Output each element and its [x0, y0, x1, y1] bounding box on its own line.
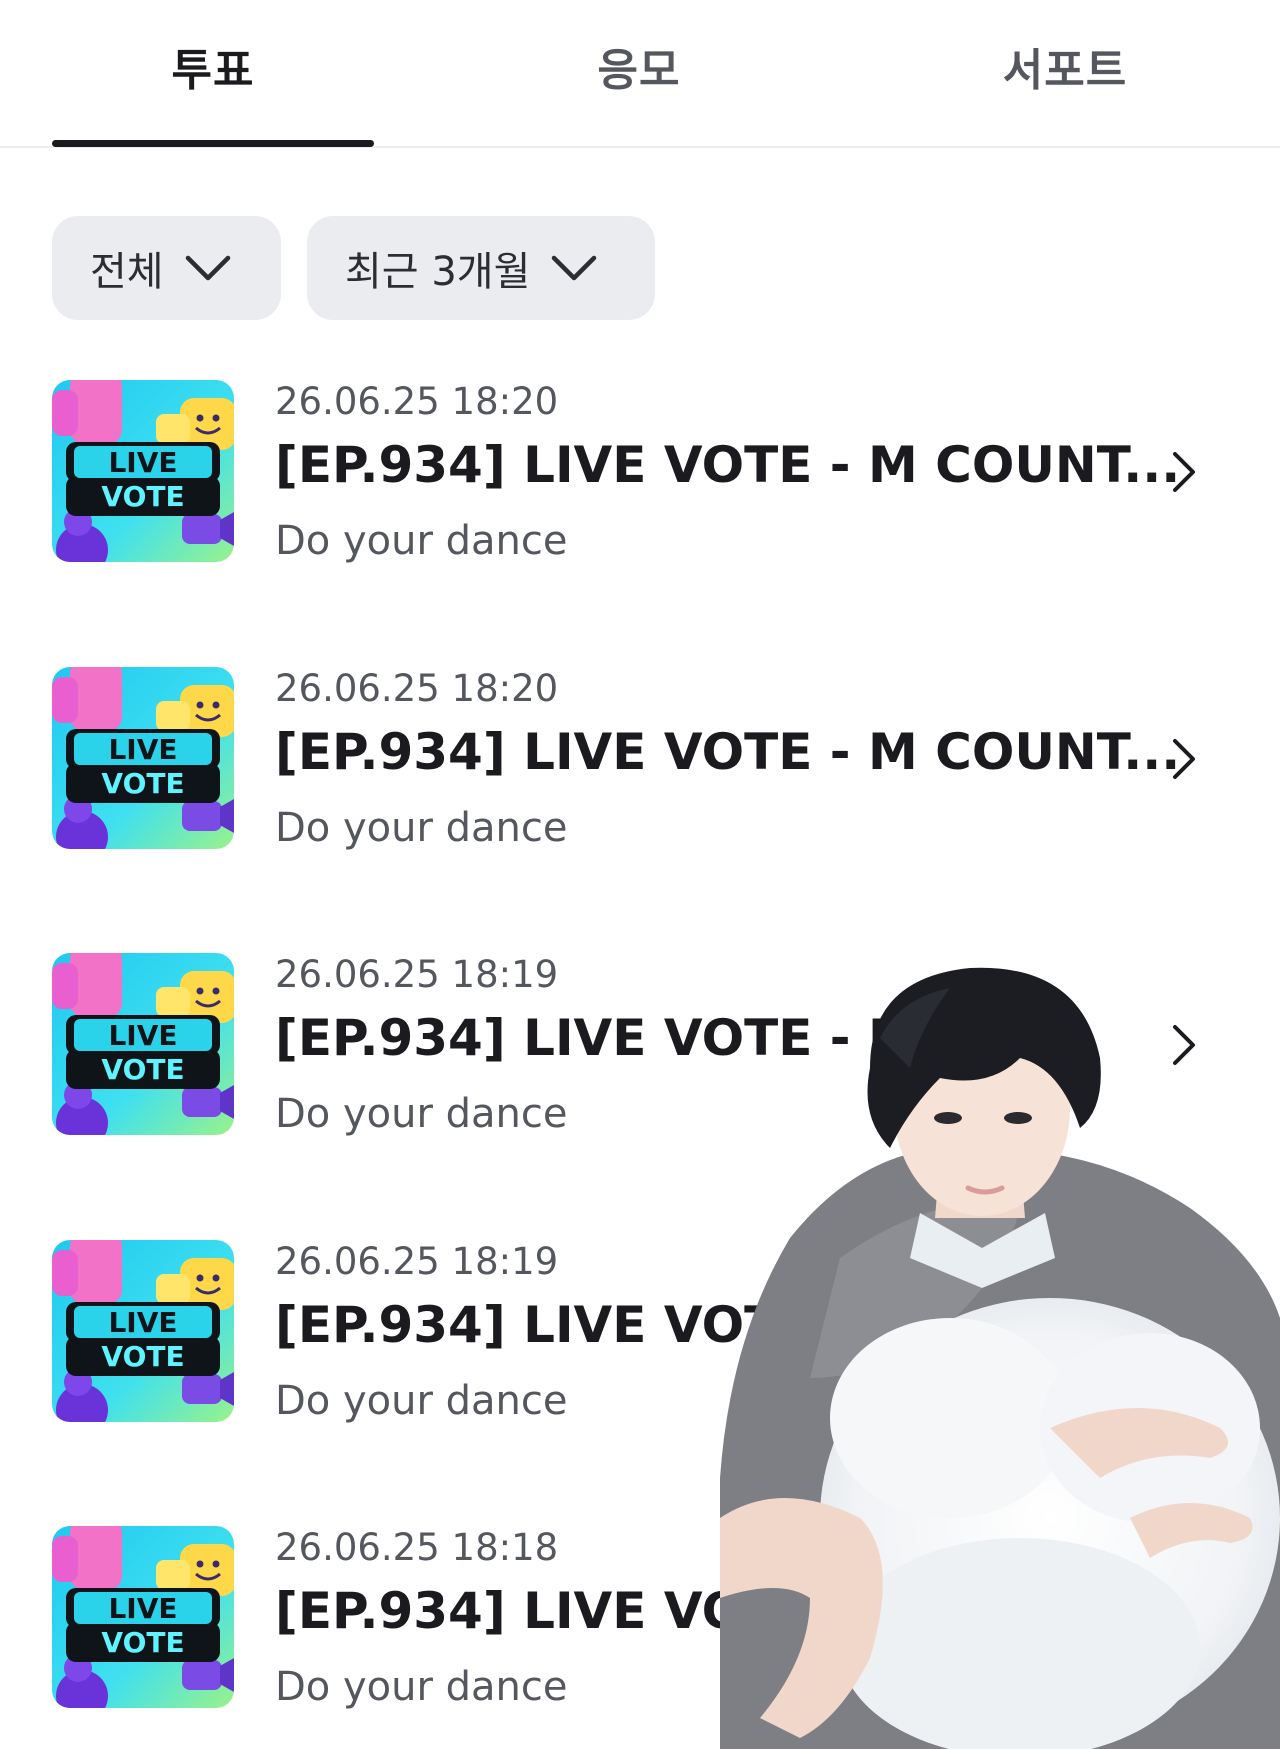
thumb-top-text: LIVE — [108, 1592, 177, 1625]
item-title: [EP.934] LIVE VOTE - M COUNT... — [275, 723, 1181, 781]
thumb-top-text: LIVE — [108, 733, 177, 766]
category-filter-dropdown[interactable]: 전체 — [52, 216, 281, 320]
thumb-bottom-text: VOTE — [101, 1626, 184, 1659]
period-filter-label: 최근 3개월 — [345, 249, 531, 295]
category-filter-label: 전체 — [90, 249, 164, 295]
item-title: [EP.934] LIVE VOTI — [275, 1296, 797, 1354]
person-photo-overlay — [720, 967, 1280, 1749]
chevron-down-icon — [185, 255, 230, 281]
chevron-right-icon — [1173, 452, 1195, 492]
thumb-top-text: LIVE — [108, 1019, 177, 1052]
tab-bar: 투표 응모 서포트 — [0, 0, 1280, 148]
thumb-bottom-text: VOTE — [101, 767, 184, 800]
item-subtitle: Do your dance — [275, 1378, 568, 1424]
item-date: 26.06.25 18:20 — [275, 380, 559, 423]
period-filter-dropdown[interactable]: 최근 3개월 — [307, 216, 655, 320]
tab-vote[interactable]: 투표 — [52, 34, 374, 98]
chevron-right-icon — [1173, 739, 1195, 779]
live-vote-thumbnail: LIVE VOTE — [52, 953, 234, 1135]
active-tab-indicator — [52, 140, 374, 147]
list-item[interactable]: LIVE VOTE 26.06.25 18:20 [EP.934] LIVE V… — [52, 380, 1242, 580]
item-subtitle: Do your dance — [275, 518, 568, 564]
item-subtitle: Do your dance — [275, 1664, 568, 1710]
item-date: 26.06.25 18:19 — [275, 953, 559, 996]
thumb-top-text: LIVE — [108, 1306, 177, 1339]
item-date: 26.06.25 18:18 — [275, 1526, 559, 1569]
tab-support[interactable]: 서포트 — [904, 34, 1226, 98]
live-vote-thumbnail: LIVE VOTE — [52, 667, 234, 849]
chevron-down-icon — [552, 255, 597, 281]
thumb-bottom-text: VOTE — [101, 480, 184, 513]
item-date: 26.06.25 18:19 — [275, 1240, 559, 1283]
item-title: [EP.934] LIVE VOTE - M COUNT... — [275, 436, 1181, 494]
item-subtitle: Do your dance — [275, 1091, 568, 1137]
item-date: 26.06.25 18:20 — [275, 667, 559, 710]
thumb-top-text: LIVE — [108, 446, 177, 479]
thumb-bottom-text: VOTE — [101, 1340, 184, 1373]
list-item[interactable]: LIVE VOTE 26.06.25 18:20 [EP.934] LIVE V… — [52, 667, 1242, 867]
tab-entry[interactable]: 응모 — [478, 34, 800, 98]
item-subtitle: Do your dance — [275, 805, 568, 851]
live-vote-thumbnail: LIVE VOTE — [52, 1240, 234, 1422]
live-vote-thumbnail: LIVE VOTE — [52, 1526, 234, 1708]
thumb-bottom-text: VOTE — [101, 1053, 184, 1086]
live-vote-thumbnail: LIVE VOTE — [52, 380, 234, 562]
